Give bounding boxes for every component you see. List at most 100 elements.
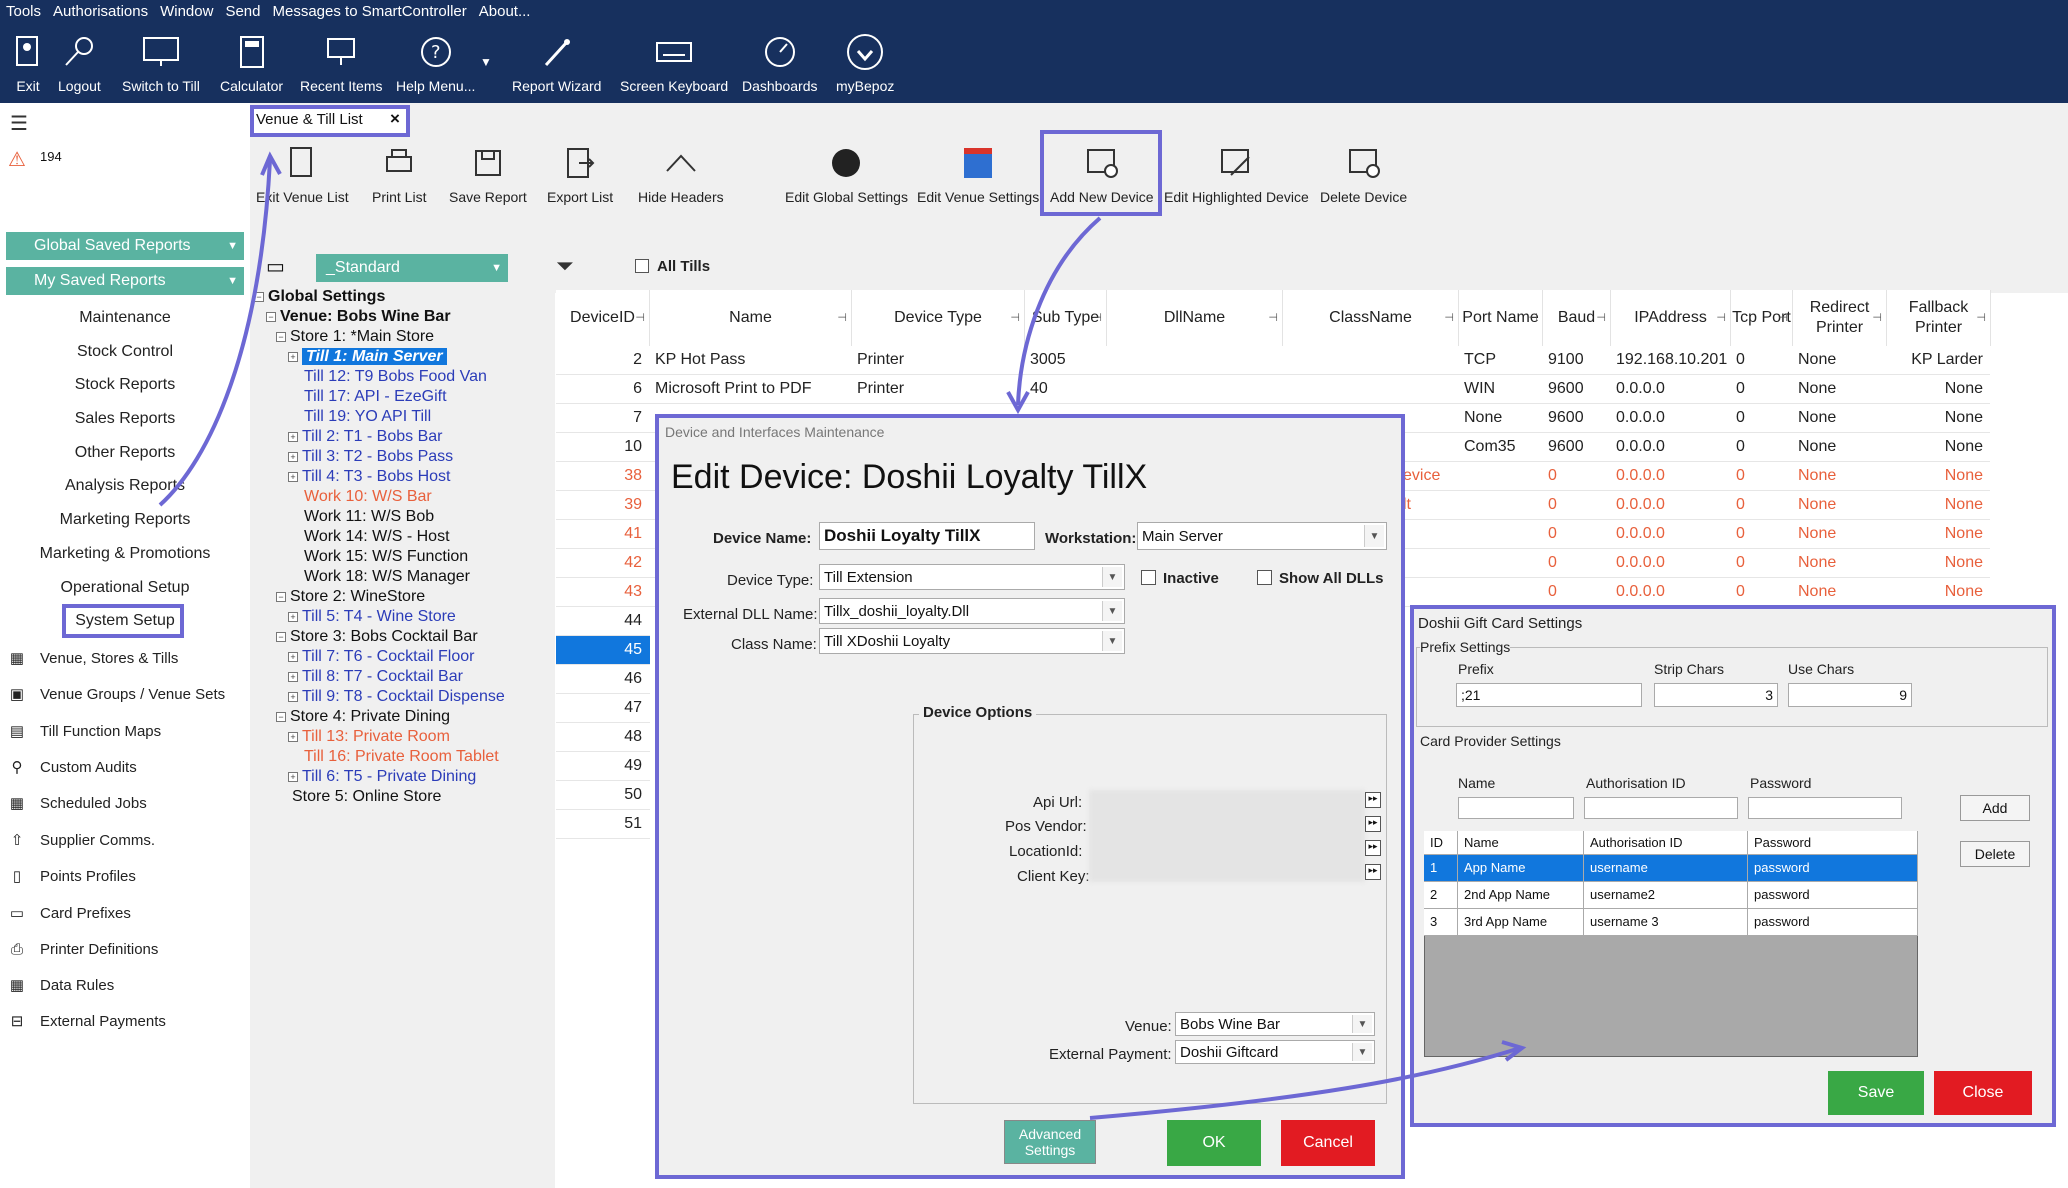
inactive-checkbox[interactable]: [1141, 570, 1156, 585]
grid-cell[interactable]: 49: [556, 757, 642, 775]
add-provider-button[interactable]: Add: [1960, 795, 2030, 821]
pin-icon[interactable]: ⊣: [1010, 308, 1020, 328]
grid-cell[interactable]: None: [1798, 554, 1836, 572]
sidebar-external-payments[interactable]: ⊟ External Payments: [4, 1010, 166, 1032]
grid-cell[interactable]: None: [1798, 409, 1836, 427]
edit-venue-settings-button[interactable]: Edit Venue Settings: [917, 143, 1039, 205]
grid-cell[interactable]: None: [1887, 525, 1983, 543]
tree-node[interactable]: − Venue: Bobs Wine Bar: [266, 308, 451, 326]
sidebar-supplier-comms[interactable]: ⇧ Supplier Comms.: [4, 829, 155, 851]
column-header[interactable]: Redirect Printer ⊣: [1793, 290, 1887, 346]
tree-node[interactable]: Work 10: W/S Bar: [288, 488, 432, 506]
grid-cell[interactable]: None: [1887, 467, 1983, 485]
pin-icon[interactable]: ⊣: [1976, 308, 1986, 328]
grid-cell[interactable]: 45: [556, 641, 642, 659]
column-header[interactable]: Name ⊣: [650, 290, 852, 346]
edit-global-settings-button[interactable]: Edit Global Settings: [785, 143, 908, 205]
grid-cell[interactable]: 39: [556, 496, 642, 514]
menu-about[interactable]: About...: [479, 3, 531, 23]
grid-cell[interactable]: 6: [556, 380, 642, 398]
sidebar-venue-stores-tills[interactable]: ▦ Venue, Stores & Tills: [4, 647, 179, 669]
report-wizard-button[interactable]: Report Wizard: [512, 32, 601, 94]
pin-icon[interactable]: ⊣: [1268, 308, 1278, 328]
grid-cell[interactable]: 2: [556, 351, 642, 369]
grid-cell[interactable]: None: [1887, 380, 1983, 398]
my-saved-reports-button[interactable]: My Saved Reports ▼: [6, 267, 244, 295]
external-dll-select[interactable]: Tillx_doshii_loyalty.Dll ▼: [819, 598, 1125, 624]
sidebar-printer-definitions[interactable]: ⎙ Printer Definitions: [4, 938, 158, 960]
provider-cell[interactable]: App Name: [1458, 855, 1584, 882]
tree-node[interactable]: Till 19: YO API Till: [288, 408, 431, 426]
expand-icon[interactable]: +: [288, 471, 298, 482]
grid-cell[interactable]: 0: [1736, 554, 1745, 572]
exit-button[interactable]: Exit: [8, 32, 48, 94]
tree-node[interactable]: Work 18: W/S Manager: [288, 568, 470, 586]
grid-cell[interactable]: None: [1798, 583, 1836, 601]
tree-node[interactable]: Till 17: API - EzeGift: [288, 388, 447, 406]
menu-messages[interactable]: Messages to SmartController: [273, 3, 467, 23]
print-list-button[interactable]: Print List: [372, 143, 426, 205]
grid-cell[interactable]: 0.0.0.0: [1616, 380, 1665, 398]
grid-cell[interactable]: 40: [1030, 380, 1048, 398]
sidebar-item-marketing-reports[interactable]: Marketing Reports: [0, 511, 250, 529]
grid-cell[interactable]: None: [1464, 409, 1502, 427]
all-tills-checkbox[interactable]: [635, 259, 649, 273]
grid-cell[interactable]: 9600: [1548, 380, 1584, 398]
expand-icon[interactable]: +: [288, 611, 298, 622]
grid-cell[interactable]: None: [1798, 467, 1836, 485]
collapse-icon[interactable]: −: [276, 711, 286, 722]
tree-node[interactable]: + Till 4: T3 - Bobs Host: [288, 468, 451, 486]
expand-icon[interactable]: +: [288, 731, 298, 742]
provider-cell[interactable]: username2: [1584, 882, 1748, 909]
grid-cell[interactable]: Printer: [857, 351, 904, 369]
grid-cell[interactable]: 3005: [1030, 351, 1066, 369]
sidebar-scheduled-jobs[interactable]: ▦ Scheduled Jobs: [4, 792, 147, 814]
help-menu-button[interactable]: ? Help Menu...: [396, 32, 475, 94]
tree-node[interactable]: + Till 1: Main Server: [288, 348, 447, 366]
exit-venue-list-button[interactable]: Exit Venue List: [256, 143, 349, 205]
grid-cell[interactable]: 0: [1736, 467, 1745, 485]
menu-send[interactable]: Send: [225, 3, 260, 23]
ok-button[interactable]: OK: [1167, 1120, 1261, 1166]
tree-node[interactable]: + Till 2: T1 - Bobs Bar: [288, 428, 443, 446]
grid-cell[interactable]: 10: [556, 438, 642, 456]
grid-cell[interactable]: 0: [1548, 525, 1557, 543]
sidebar-till-function-maps[interactable]: ▤ Till Function Maps: [4, 720, 161, 742]
column-header[interactable]: Tcp Port ⊣: [1731, 290, 1793, 346]
tree-node[interactable]: Work 14: W/S - Host: [288, 528, 450, 546]
grid-cell[interactable]: None: [1798, 496, 1836, 514]
grid-cell[interactable]: 0: [1548, 467, 1557, 485]
grid-cell[interactable]: 9100: [1548, 351, 1584, 369]
use-chars-input[interactable]: 9: [1788, 683, 1912, 707]
grid-cell[interactable]: None: [1887, 409, 1983, 427]
grid-cell[interactable]: 41: [556, 525, 642, 543]
grid-cell[interactable]: 43: [556, 583, 642, 601]
tree-node[interactable]: − Store 2: WineStore: [276, 588, 425, 606]
column-header[interactable]: IPAddress ⊣: [1611, 290, 1731, 346]
grid-cell[interactable]: 0: [1548, 583, 1557, 601]
tree-node[interactable]: − Store 4: Private Dining: [276, 708, 450, 726]
provider-header[interactable]: ID: [1424, 831, 1458, 855]
column-header[interactable]: Baud ⊣: [1543, 290, 1611, 346]
column-header[interactable]: Sub Type ⊣: [1025, 290, 1107, 346]
provider-header[interactable]: Password: [1748, 831, 1918, 855]
dashboards-button[interactable]: Dashboards: [742, 32, 818, 94]
expand-icon[interactable]: +: [288, 771, 298, 782]
provider-cell[interactable]: password: [1748, 855, 1918, 882]
grid-cell[interactable]: 0: [1736, 351, 1745, 369]
grid-cell[interactable]: 0.0.0.0: [1616, 554, 1665, 572]
grid-cell[interactable]: 50: [556, 786, 642, 804]
pin-icon[interactable]: ⊣: [635, 308, 645, 328]
column-header[interactable]: Fallback Printer ⊣: [1887, 290, 1991, 346]
sidebar-item-analysis-reports[interactable]: Analysis Reports: [0, 477, 250, 495]
grid-cell[interactable]: None: [1798, 525, 1836, 543]
grid-cell[interactable]: 0: [1736, 380, 1745, 398]
chevron-down-icon[interactable]: ▼: [480, 55, 492, 69]
grid-cell[interactable]: 7: [556, 409, 642, 427]
grid-cell[interactable]: Microsoft Print to PDF: [655, 380, 811, 398]
expand-client-key-icon[interactable]: ▸▸: [1365, 864, 1381, 880]
expand-icon[interactable]: +: [288, 651, 298, 662]
grid-cell[interactable]: 0: [1736, 583, 1745, 601]
filter-icon[interactable]: ⏷: [556, 253, 574, 279]
grid-cell[interactable]: 0.0.0.0: [1616, 496, 1665, 514]
